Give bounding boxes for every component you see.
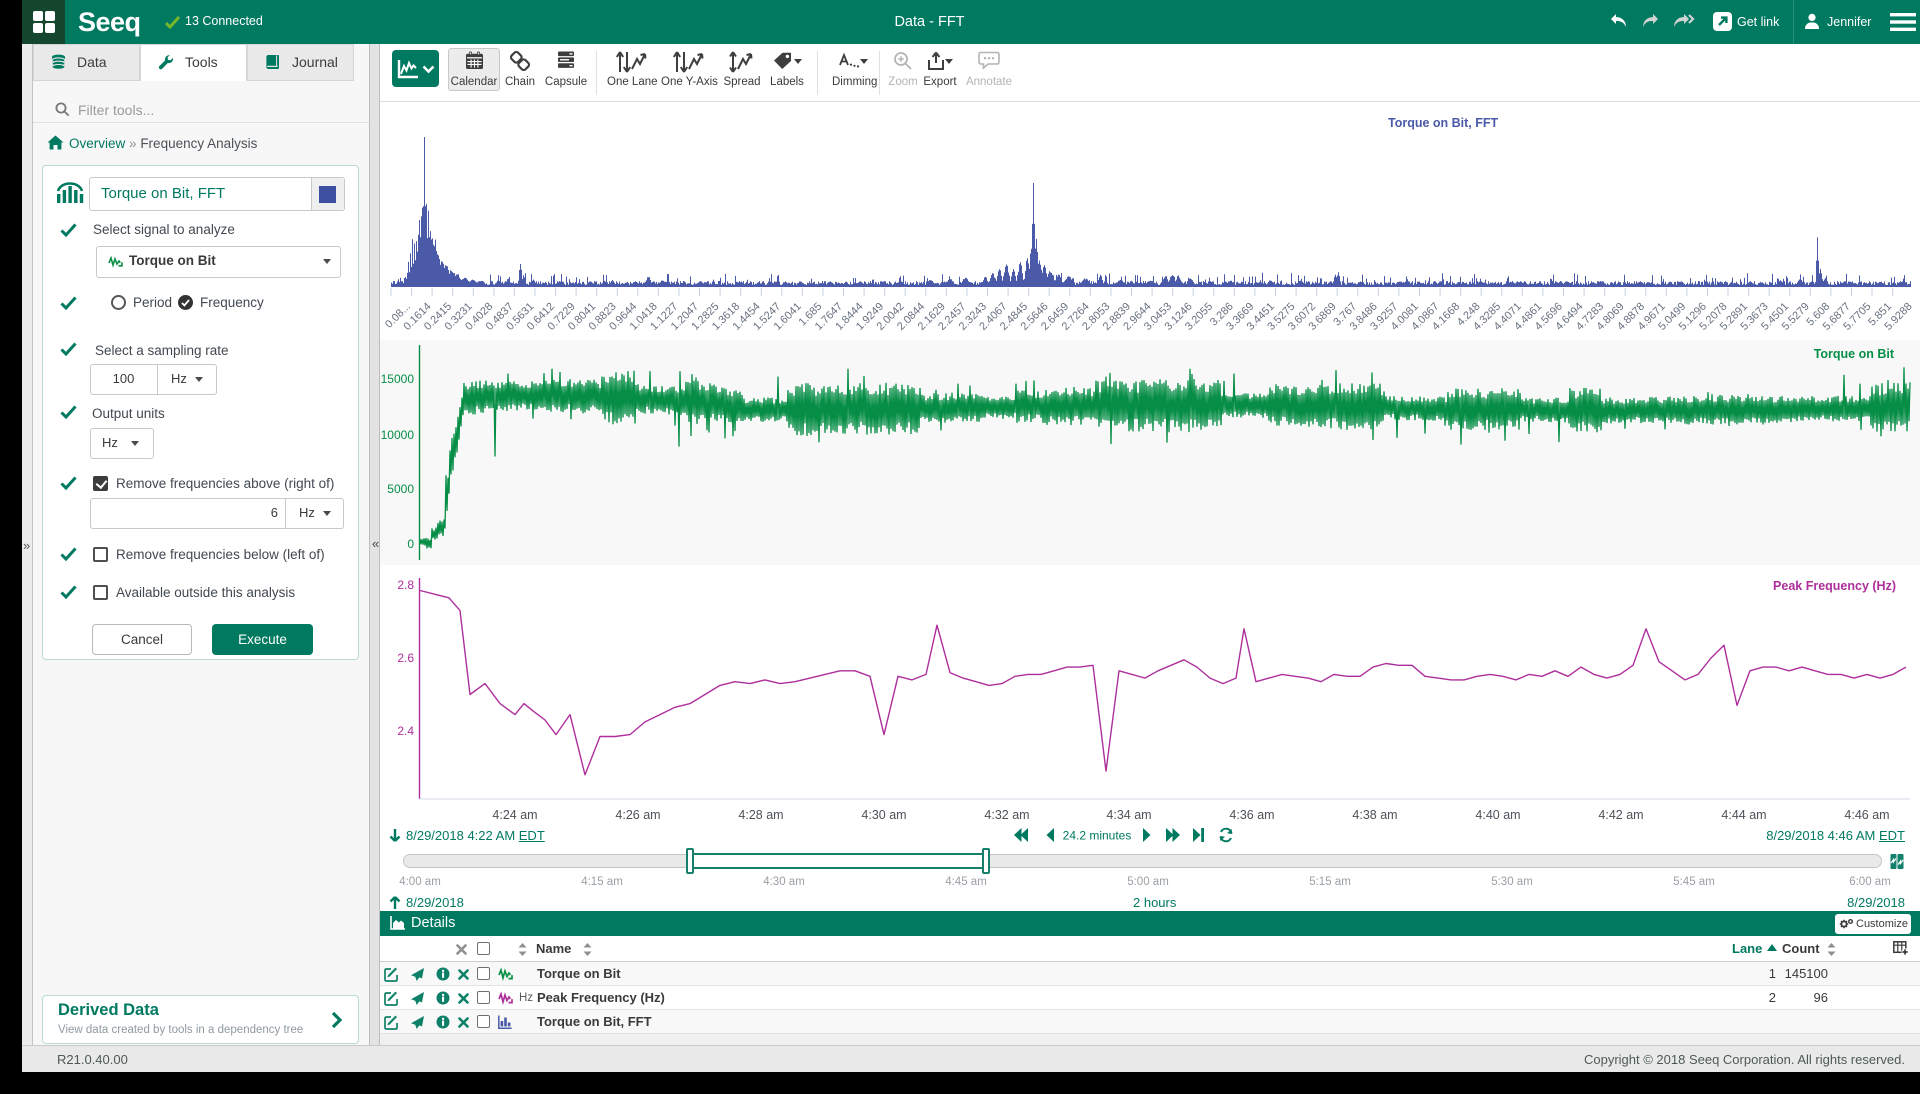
svg-text:5000: 5000 xyxy=(387,482,414,496)
svg-text:15000: 15000 xyxy=(381,372,415,386)
svg-text:4:28 am: 4:28 am xyxy=(738,808,783,822)
svg-text:2.8: 2.8 xyxy=(397,578,414,592)
svg-text:Torque on Bit, FFT: Torque on Bit, FFT xyxy=(1388,116,1499,130)
svg-text:2.4: 2.4 xyxy=(397,724,414,738)
svg-text:0: 0 xyxy=(407,537,414,551)
svg-text:4:44 am: 4:44 am xyxy=(1721,808,1766,822)
svg-text:4:32 am: 4:32 am xyxy=(984,808,1029,822)
svg-text:Torque on Bit: Torque on Bit xyxy=(1814,347,1895,361)
svg-text:4:42 am: 4:42 am xyxy=(1598,808,1643,822)
svg-text:2.6: 2.6 xyxy=(397,651,414,665)
svg-text:10000: 10000 xyxy=(381,428,415,442)
svg-text:4:26 am: 4:26 am xyxy=(615,808,660,822)
svg-text:4:46 am: 4:46 am xyxy=(1844,808,1889,822)
svg-text:4:30 am: 4:30 am xyxy=(861,808,906,822)
svg-text:4:34 am: 4:34 am xyxy=(1106,808,1151,822)
svg-text:4:24 am: 4:24 am xyxy=(492,808,537,822)
svg-text:4:40 am: 4:40 am xyxy=(1475,808,1520,822)
svg-text:24.2 minutes: 24.2 minutes xyxy=(1063,829,1132,843)
svg-text:4:38 am: 4:38 am xyxy=(1352,808,1397,822)
svg-text:4:36 am: 4:36 am xyxy=(1229,808,1274,822)
svg-text:Peak Frequency (Hz): Peak Frequency (Hz) xyxy=(1773,579,1896,593)
svg-text:Seeq: Seeq xyxy=(78,7,141,37)
